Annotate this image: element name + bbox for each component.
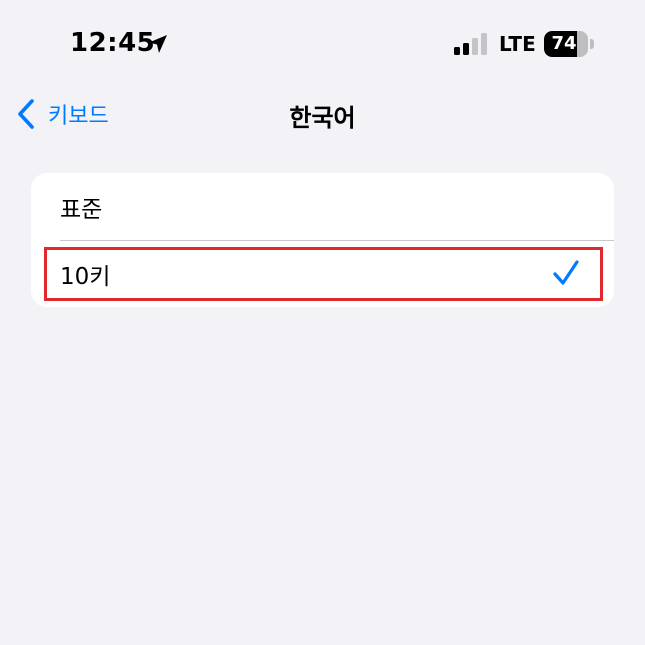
list-item-label: 10키 <box>60 263 111 290</box>
battery-tip <box>590 39 594 49</box>
status-time: 12:45 <box>70 28 156 58</box>
battery-body: 74 <box>544 31 588 57</box>
list-item-10-key[interactable]: 10키 <box>31 240 614 307</box>
list-item-label: 표준 <box>60 196 103 223</box>
screen: 12:45 LTE 74 키보드 한국어 표준 10키 <box>0 0 645 645</box>
battery-level: 74 <box>551 33 577 54</box>
page-title: 한국어 <box>289 104 356 132</box>
list-item-standard[interactable]: 표준 <box>31 173 614 240</box>
network-type: LTE <box>499 32 536 56</box>
checkmark-icon <box>553 260 579 285</box>
location-arrow-icon <box>149 35 167 53</box>
keyboard-layout-list: 표준 10키 <box>31 173 614 307</box>
navigation-bar: 키보드 한국어 <box>0 88 645 140</box>
cellular-signal-icon <box>454 33 487 55</box>
battery-icon: 74 <box>544 31 594 57</box>
status-bar: 12:45 LTE 74 <box>0 0 645 88</box>
